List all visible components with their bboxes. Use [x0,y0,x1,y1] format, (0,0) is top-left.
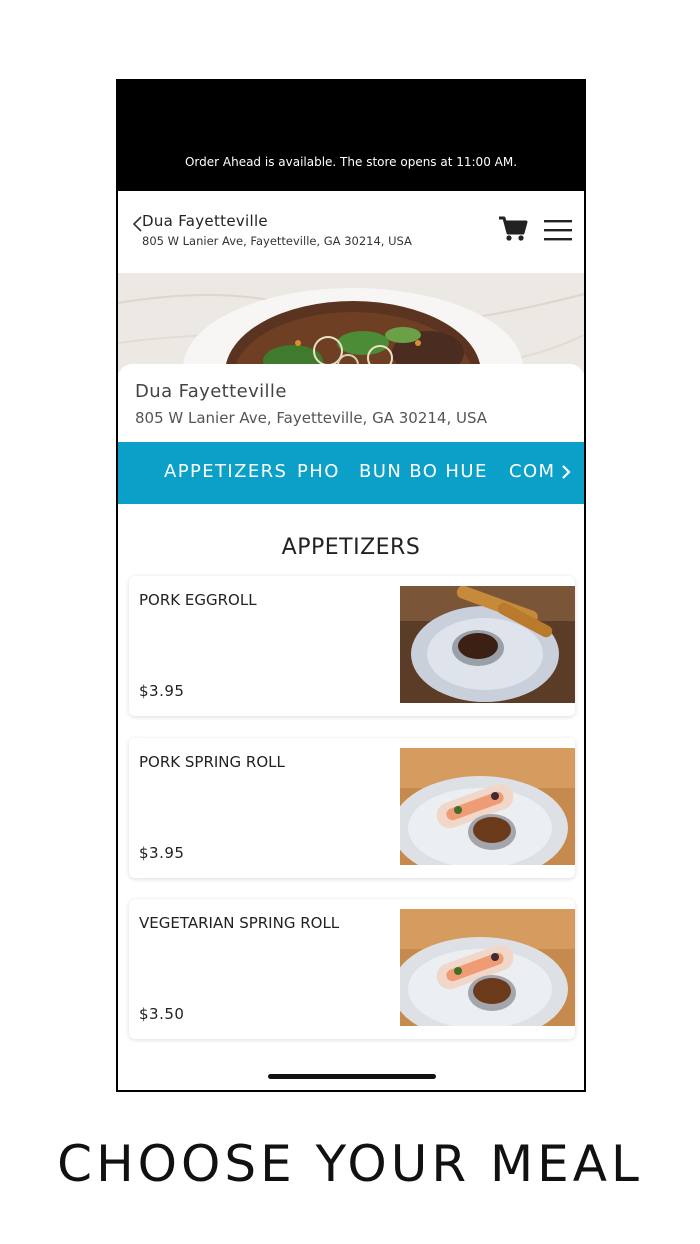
hamburger-menu-icon[interactable] [544,218,572,242]
menu-item-price: $3.95 [139,844,185,862]
menu-item-name: PORK EGGROLL [139,591,257,609]
store-info-card: Dua Fayetteville 805 W Lanier Ave, Fayet… [118,364,584,444]
category-tab-appetizers[interactable]: APPETIZERS [164,461,287,482]
chevron-right-icon[interactable] [560,463,572,481]
store-hours-banner: Order Ahead is available. The store open… [118,81,584,191]
menu-item-name: PORK SPRING ROLL [139,753,285,771]
store-address: 805 W Lanier Ave, Fayetteville, GA 30214… [135,409,488,427]
promo-tagline: CHOOSE YOUR MEAL [57,1135,643,1193]
menu-item-card[interactable]: VEGETARIAN SPRING ROLL $3.50 [129,899,575,1039]
store-name: Dua Fayetteville [135,381,287,402]
section-title: APPETIZERS [281,535,421,560]
menu-item-photo [400,586,575,703]
app-header: Dua Fayetteville 805 W Lanier Ave, Fayet… [118,191,584,273]
menu-item-card[interactable]: PORK SPRING ROLL $3.95 [129,738,575,878]
menu-item-price: $3.95 [139,682,185,700]
category-tab-bar: APPETIZERS PHO BUN BO HUE COM [118,442,584,504]
home-indicator[interactable] [268,1074,436,1079]
category-tab-pho[interactable]: PHO [297,461,340,482]
banner-text: Order Ahead is available. The store open… [184,155,518,169]
category-tab-bun-bo-hue[interactable]: BUN BO HUE [359,461,488,482]
menu-item-photo [400,748,575,865]
cart-icon[interactable] [498,215,528,243]
header-store-address: 805 W Lanier Ave, Fayetteville, GA 30214… [142,234,412,248]
menu-item-card[interactable]: PORK EGGROLL $3.95 [129,576,575,716]
phone-frame: Order Ahead is available. The store open… [116,79,586,1092]
header-store-name: Dua Fayetteville [142,212,268,230]
menu-item-photo [400,909,575,1026]
menu-item-price: $3.50 [139,1005,185,1023]
category-tab-com[interactable]: COM [509,461,555,482]
hero-image-pho [118,273,584,373]
menu-item-name: VEGETARIAN SPRING ROLL [139,914,340,932]
